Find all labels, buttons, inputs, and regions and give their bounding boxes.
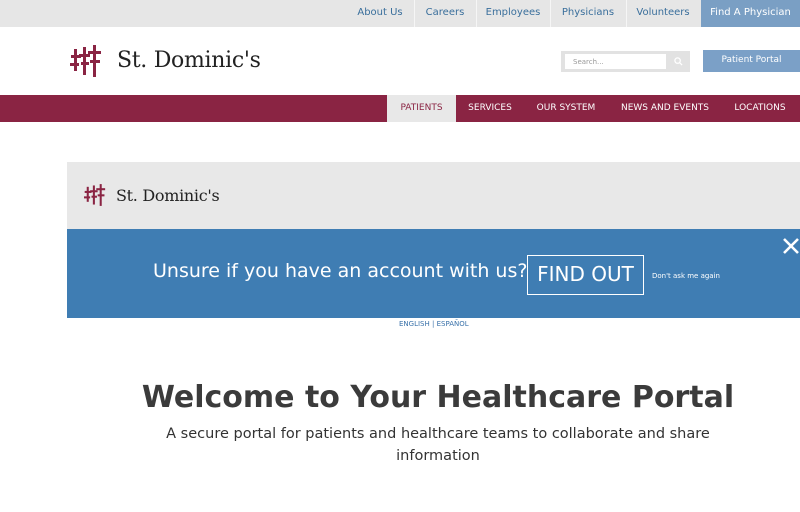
st-dominics-cross-logo-icon (84, 184, 106, 206)
portal-logo-text: St. Dominic's (116, 186, 220, 205)
patient-portal-button[interactable]: Patient Portal (703, 50, 800, 72)
portal-logo: St. Dominic's (84, 182, 234, 210)
utility-bar: About Us Careers Employees Physicians Vo… (0, 0, 800, 27)
page-title: Welcome to Your Healthcare Portal (141, 380, 735, 415)
search-button[interactable] (670, 54, 686, 69)
banner-message: Unsure if you have an account with us? (153, 260, 528, 282)
account-banner: Unsure if you have an account with us? F… (67, 229, 800, 318)
search-form (561, 51, 690, 72)
util-divider (550, 0, 551, 27)
util-link-employees[interactable]: Employees (480, 0, 546, 27)
find-out-button[interactable]: FIND OUT (527, 255, 644, 295)
search-input[interactable] (565, 54, 666, 69)
lang-english-link[interactable]: ENGLISH (399, 320, 430, 328)
st-dominics-cross-logo-icon (70, 45, 101, 77)
util-divider (626, 0, 627, 27)
util-link-about-us[interactable]: About Us (350, 0, 410, 27)
nav-item-services[interactable]: SERVICES (460, 95, 520, 122)
nav-item-locations[interactable]: LOCATIONS (725, 95, 795, 122)
search-icon (673, 57, 683, 66)
close-banner-button[interactable] (779, 234, 800, 258)
portal-header: St. Dominic's (67, 162, 800, 229)
page-subtitle: A secure portal for patients and healthc… (166, 426, 710, 464)
find-a-physician-button[interactable]: Find A Physician (701, 0, 800, 27)
language-switcher: ENGLISH | ESPAÑOL (399, 320, 469, 328)
util-link-volunteers[interactable]: Volunteers (630, 0, 696, 27)
close-icon (783, 238, 799, 254)
nav-item-our-system[interactable]: OUR SYSTEM (526, 95, 606, 122)
lang-separator: | (432, 320, 435, 328)
nav-item-patients[interactable]: PATIENTS (387, 95, 456, 122)
lang-spanish-link[interactable]: ESPAÑOL (437, 320, 469, 328)
util-divider (414, 0, 415, 27)
util-divider (476, 0, 477, 27)
util-link-physicians[interactable]: Physicians (554, 0, 622, 27)
util-link-careers[interactable]: Careers (418, 0, 472, 27)
dont-ask-again-link[interactable]: Don't ask me again (652, 272, 720, 280)
main-nav: PATIENTS SERVICES OUR SYSTEM NEWS AND EV… (0, 95, 800, 122)
nav-item-news-and-events[interactable]: NEWS AND EVENTS (612, 95, 718, 122)
site-logo-text: St. Dominic's (117, 48, 261, 73)
site-logo[interactable]: St. Dominic's (70, 43, 270, 79)
